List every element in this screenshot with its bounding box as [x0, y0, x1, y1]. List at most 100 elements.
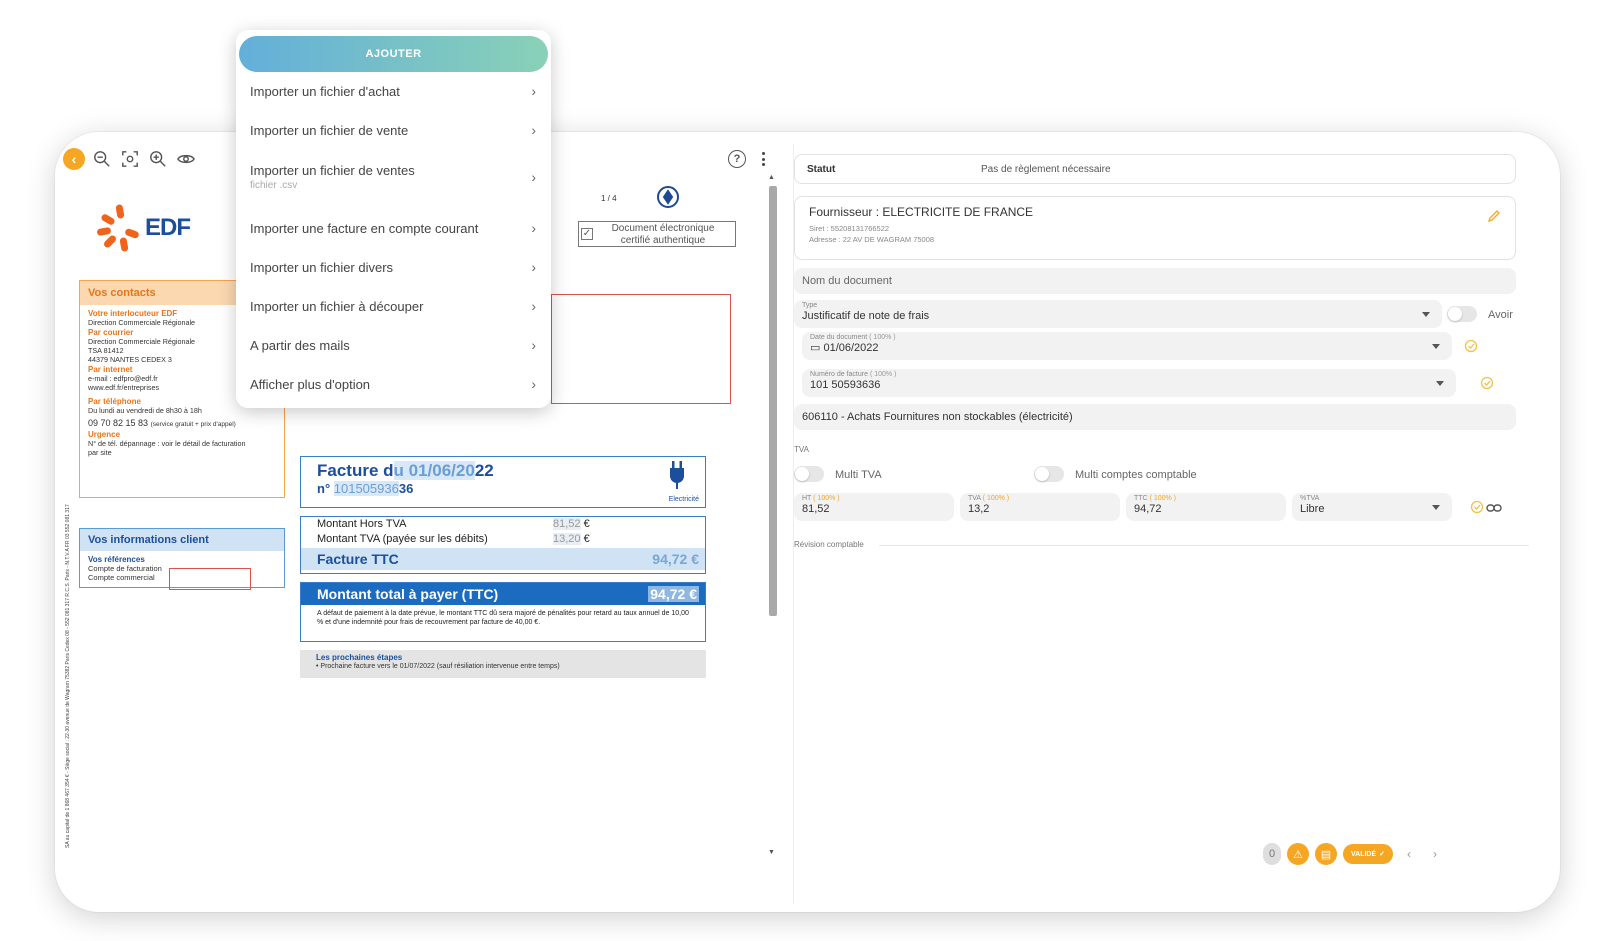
menu-item-from-mails[interactable]: A partir des mails › [250, 327, 540, 363]
client-info-title: Vos informations client [80, 529, 284, 551]
zoom-out-icon[interactable] [91, 148, 113, 170]
total-note: A défaut de paiement à la date prévue, l… [317, 610, 689, 626]
steps-text: • Prochaine facture vers le 01/07/2022 (… [316, 663, 560, 670]
edf-logo-text: EDF [145, 214, 191, 241]
date-value-wrap: ▭ 01/06/2022 [810, 341, 879, 354]
status-value: Pas de règlement nécessaire [981, 163, 1111, 175]
menu-item-label: Importer un fichier de ventes [250, 163, 415, 178]
invoice-header-box: Facture du 01/06/2022 n° 10150593636 Ele… [300, 456, 706, 508]
type-select[interactable]: Type Justificatif de note de frais [794, 300, 1442, 328]
invoice-title-text: 22 [474, 461, 494, 480]
document-name-input[interactable]: Nom du document [794, 268, 1516, 294]
menu-item-label: Importer un fichier d'achat [250, 83, 400, 99]
add-button[interactable]: AJOUTER [239, 36, 548, 72]
link-icon[interactable] [1486, 501, 1502, 513]
avoir-toggle[interactable] [1447, 306, 1477, 322]
ttc-input[interactable]: TTC ( 100% ) 94,72 [1126, 493, 1286, 521]
phone-note: (service gratuit + prix d'appel) [150, 420, 236, 428]
menu-item-label: Importer un fichier à découper [250, 298, 424, 314]
certified-document-stamp: ✓ Document électronique certifié authent… [578, 221, 736, 247]
multi-tva-toggle[interactable] [794, 466, 824, 482]
warning-icon: ⚠ [1293, 848, 1303, 861]
supplier-address: Adresse : 22 AV DE WAGRAM 75008 [809, 235, 935, 244]
amount-row-ttc: Facture TTC 94,72 € [301, 548, 705, 570]
ht-label: HT ( 100% ) [802, 495, 840, 502]
contact-line: par site [88, 447, 112, 457]
edf-logo: EDF [96, 203, 191, 253]
invoice-number-text: n° [317, 481, 331, 496]
document-name-placeholder: Nom du document [802, 275, 892, 287]
account-select[interactable]: 606110 - Achats Fournitures non stockabl… [794, 404, 1516, 430]
tva-input[interactable]: TVA ( 100% ) 13,2 [960, 493, 1120, 521]
next-arrow-icon[interactable]: › [1425, 847, 1445, 861]
viewer-scrollbar[interactable]: ▲ ▼ [767, 174, 777, 856]
menu-item-import-ventes-csv[interactable]: Importer un fichier de ventes fichier .c… [250, 154, 540, 200]
count-badge[interactable]: 0 [1263, 843, 1281, 865]
validate-label: VALIDÉ [1351, 850, 1377, 858]
multi-tva-label: Multi TVA [835, 469, 882, 481]
menu-item-import-decouper[interactable]: Importer un fichier à découper › [250, 288, 540, 324]
chevron-down-icon [1432, 505, 1440, 510]
menu-item-more-options[interactable]: Afficher plus d'option › [250, 366, 540, 402]
chevron-right-icon: › [531, 220, 536, 236]
scroll-down-icon[interactable]: ▼ [768, 849, 775, 856]
menu-item-import-vente[interactable]: Importer un fichier de vente › [250, 112, 540, 148]
menu-item-label: Afficher plus d'option [250, 376, 371, 392]
comment-button[interactable]: ▤ [1315, 843, 1337, 865]
amount-label: Montant Hors TVA [317, 518, 407, 530]
menu-item-import-compte-courant[interactable]: Importer une facture en compte courant › [250, 210, 540, 246]
verified-check-icon [1470, 500, 1484, 514]
highlight-region[interactable] [551, 294, 731, 404]
tva-label: TVA ( 100% ) [968, 495, 1009, 502]
legal-side-text: SA au capital de 1 868 467 354 € - Siège… [65, 504, 71, 848]
scroll-thumb[interactable] [769, 186, 777, 616]
amount-number: 13,20 [553, 533, 581, 545]
supplier-details: Siret : 55208131766522 Adresse : 22 AV D… [809, 223, 1501, 245]
menu-item-import-achat[interactable]: Importer un fichier d'achat › [250, 73, 540, 109]
page-indicator: 1 / 4 [601, 194, 617, 203]
multi-comptes-toggle[interactable] [1034, 466, 1064, 482]
validate-button[interactable]: VALIDÉ ✓ [1343, 844, 1394, 864]
contact-line: Du lundi au vendredi de 8h30 à 18h [88, 406, 202, 416]
prev-arrow-icon[interactable]: ‹ [1399, 847, 1419, 861]
back-button[interactable]: ‹ [63, 148, 85, 170]
tva-rate-select[interactable]: %TVA Libre [1292, 493, 1452, 521]
chevron-right-icon: › [531, 259, 536, 275]
amount-number: 81,52 [553, 518, 581, 530]
menu-item-sublabel: fichier .csv [250, 180, 298, 191]
edit-pencil-icon[interactable] [1487, 209, 1501, 223]
fit-screen-icon[interactable] [119, 148, 141, 170]
ttc-label: TTC ( 100% ) [1134, 495, 1176, 502]
zoom-in-icon[interactable] [147, 148, 169, 170]
highlight-region[interactable] [169, 568, 251, 590]
bottom-action-bar: 0 ⚠ ▤ VALIDÉ ✓ ‹ › [1263, 843, 1445, 865]
invoice-number: n° 10150593636 [317, 481, 689, 496]
chevron-right-icon: › [531, 122, 536, 138]
warning-button[interactable]: ⚠ [1287, 843, 1309, 865]
total-header: Montant total à payer (TTC) 94,72 € [301, 583, 705, 605]
invoice-number-input[interactable]: Numéro de facture ( 100% ) 101 50593636 [802, 369, 1456, 397]
more-options-icon[interactable] [758, 149, 768, 169]
ttc-value: 94,72 [1134, 503, 1162, 515]
menu-item-label: Importer un fichier divers [250, 259, 394, 275]
amount-row-ht: Montant Hors TVA 81,52 € [301, 517, 705, 532]
invoice-confidence: ( 100% ) [869, 371, 897, 378]
chevron-right-icon: › [531, 337, 536, 353]
plug-label: Electricité [668, 496, 699, 503]
ht-input[interactable]: HT ( 100% ) 81,52 [794, 493, 954, 521]
ttc-confidence: ( 100% ) [1149, 495, 1177, 502]
help-icon[interactable]: ? [728, 150, 746, 168]
date-input[interactable]: Date du document ( 100% ) ▭ 01/06/2022 [802, 332, 1452, 360]
chevron-down-icon [1436, 381, 1444, 386]
tva-label-text: TVA [968, 495, 981, 502]
tva-rate-label: %TVA [1300, 495, 1320, 502]
date-value: 01/06/2022 [823, 342, 879, 354]
amount-value: 13,20 € [553, 532, 590, 547]
edf-logo-mark [96, 203, 141, 253]
amount-value: 81,52 € [553, 517, 590, 532]
scroll-up-icon[interactable]: ▲ [768, 174, 775, 181]
ttc-label-text: TTC [1134, 495, 1148, 502]
supplier-siret: Siret : 55208131766522 [809, 224, 890, 233]
eye-icon[interactable] [175, 148, 197, 170]
menu-item-import-divers[interactable]: Importer un fichier divers › [250, 249, 540, 285]
